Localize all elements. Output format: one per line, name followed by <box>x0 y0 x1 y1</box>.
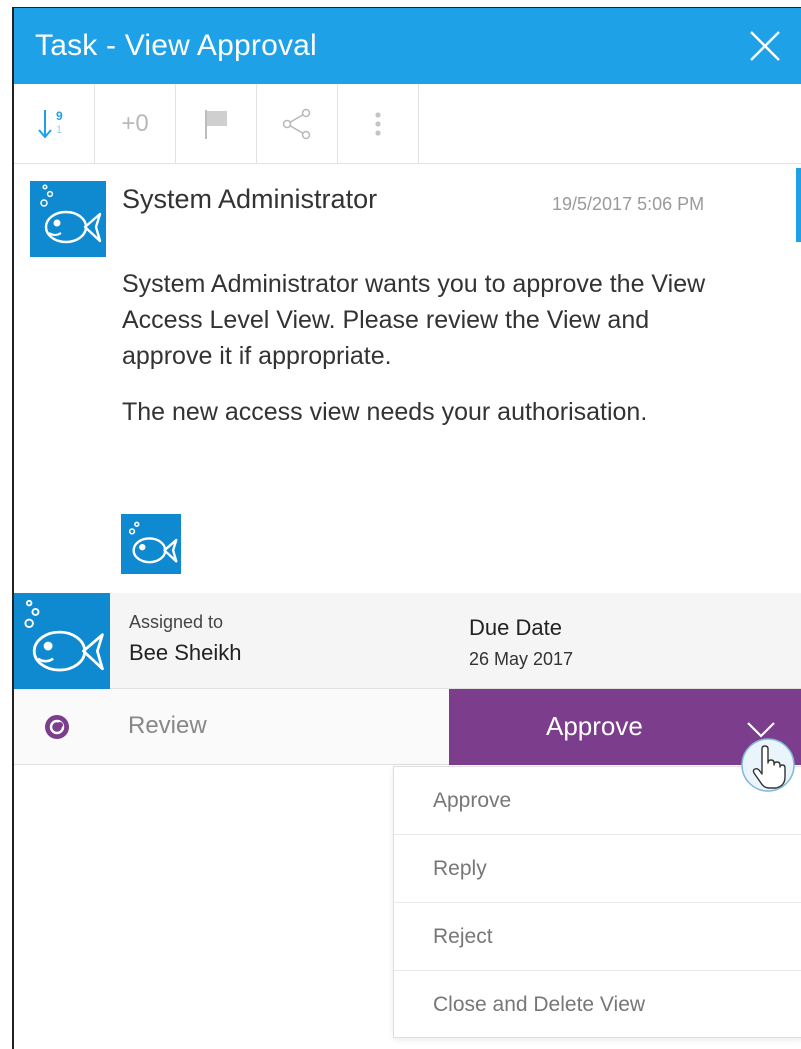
panel-title: Task - View Approval <box>35 29 317 62</box>
assignee-name[interactable]: Bee Sheikh <box>129 640 242 666</box>
flag-button[interactable] <box>176 84 257 164</box>
flag-icon <box>205 110 227 139</box>
scrollbar-thumb[interactable] <box>796 168 801 242</box>
action-row: Review Approve <box>14 689 801 765</box>
plus-button[interactable]: +0 <box>95 84 176 164</box>
status-label: Review <box>128 712 207 739</box>
message-paragraph: System Administrator wants you to approv… <box>122 270 706 370</box>
more-button[interactable] <box>338 84 419 164</box>
message-timestamp: 19/5/2017 5:06 PM <box>552 194 705 214</box>
share-button[interactable] <box>257 84 338 164</box>
menu-item-reply[interactable]: Reply <box>394 835 801 903</box>
review-status-icon <box>45 715 69 739</box>
message-body: System Administrator wants you to approv… <box>122 266 722 450</box>
due-date-label: Due Date <box>469 615 562 640</box>
fish-avatar-icon <box>40 184 102 244</box>
close-icon[interactable] <box>745 26 785 66</box>
sender-name: System Administrator <box>122 184 378 214</box>
task-toolbar: 9 1 +0 <box>14 84 801 164</box>
assigned-to-label: Assigned to <box>129 612 224 632</box>
menu-item-reject[interactable]: Reject <box>394 903 801 971</box>
sort-top-digit: 9 <box>56 109 63 123</box>
approve-button-label: Approve <box>546 711 643 741</box>
menu-item-close-and-delete[interactable]: Close and Delete View <box>394 971 801 1039</box>
sort-down-icon: 9 1 <box>38 109 63 139</box>
attachment-avatar[interactable] <box>121 514 181 574</box>
assignment-bar: Assigned to Bee Sheikh Due Date 26 May 2… <box>14 593 801 689</box>
assignee-avatar <box>14 593 110 689</box>
fish-avatar-icon <box>24 599 104 672</box>
task-panel: Task - View Approval 9 1 +0 System Admin… <box>12 7 801 1049</box>
fish-avatar-icon <box>128 521 178 564</box>
sort-button[interactable]: 9 1 <box>14 84 95 164</box>
sender-avatar <box>30 181 106 257</box>
more-vertical-icon <box>375 112 381 136</box>
hand-cursor-icon <box>741 738 795 792</box>
plus-count: +0 <box>121 110 149 137</box>
message-paragraph: The new access view needs your authorisa… <box>122 398 648 426</box>
due-date-value[interactable]: 26 May 2017 <box>469 649 573 670</box>
sort-bottom-digit: 1 <box>56 124 62 136</box>
share-icon <box>282 108 311 140</box>
panel-header: Task - View Approval <box>14 8 801 84</box>
approve-dropdown-menu: Approve Reply Reject Close and Delete Vi… <box>393 766 801 1038</box>
